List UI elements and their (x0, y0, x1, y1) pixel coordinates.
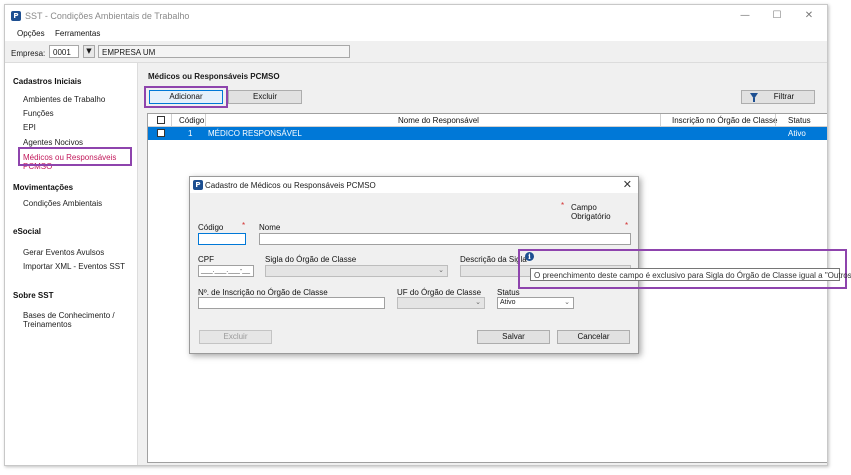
sidebar-item-agentes[interactable]: Agentes Nocivos (23, 138, 83, 147)
sidebar-item-highlight (18, 147, 132, 166)
maximize-button[interactable]: ☐ (763, 8, 791, 24)
chevron-down-icon: ⌄ (564, 298, 570, 306)
sidebar-item-bases[interactable]: Bases de Conhecimento / Treinamentos (23, 311, 123, 329)
codigo-required-mark: * (242, 221, 246, 230)
uf-select[interactable]: ⌄ (397, 297, 485, 309)
cpf-input[interactable]: ___.___.___-__ (198, 265, 254, 277)
page-title: Médicos ou Responsáveis PCMSO (148, 72, 280, 81)
column-header-nome[interactable]: Nome do Responsável (398, 116, 479, 125)
sidebar-item-epi[interactable]: EPI (23, 123, 36, 132)
required-note: Campo Obrigatório (571, 203, 611, 221)
sidebar-section-sobre: Sobre SST (13, 291, 54, 300)
inscricao-label: Nº. de Inscrição no Órgão de Classe (198, 288, 328, 297)
row-checkbox[interactable] (157, 129, 165, 137)
column-divider (171, 114, 172, 127)
sigla-select[interactable]: ⌄ (265, 265, 448, 277)
status-select[interactable]: Ativo ⌄ (497, 297, 574, 309)
nome-label: Nome (259, 223, 281, 232)
select-all-checkbox[interactable] (157, 116, 165, 124)
inscricao-input[interactable] (198, 297, 385, 309)
column-divider (205, 114, 206, 127)
filter-icon-stem (753, 98, 755, 102)
sigla-label: Sigla do Órgão de Classe (265, 255, 357, 264)
dialog-logo-icon: P (193, 180, 203, 190)
empresa-label: Empresa: (11, 49, 46, 58)
uf-label: UF do Órgão de Classe (397, 288, 482, 297)
codigo-label: Código (198, 223, 224, 232)
sidebar-item-ambientes[interactable]: Ambientes de Trabalho (23, 95, 105, 104)
cell-codigo: 1 (188, 129, 193, 138)
menu-bar: Opções Ferramentas (5, 27, 827, 41)
window-title: SST - Condições Ambientais de Trabalho (25, 11, 190, 21)
dialog-delete-button[interactable]: Excluir (199, 330, 272, 344)
sidebar-section-cadastros: Cadastros Iniciais (13, 77, 82, 86)
add-button[interactable]: Adicionar (149, 90, 223, 104)
dialog-close-icon[interactable]: ✕ (623, 178, 632, 191)
column-divider (660, 114, 661, 127)
empresa-dropdown-button[interactable]: ▼ (83, 45, 95, 58)
app-logo-icon: P (11, 11, 21, 21)
sidebar-item-gerar-eventos[interactable]: Gerar Eventos Avulsos (23, 248, 104, 257)
sidebar-section-esocial: eSocial (13, 227, 42, 236)
dialog-title: Cadastro de Médicos ou Responsáveis PCMS… (205, 181, 376, 190)
close-button[interactable]: ✕ (795, 8, 823, 24)
column-divider (775, 114, 776, 127)
nome-input[interactable] (259, 233, 631, 245)
save-button[interactable]: Salvar (477, 330, 550, 344)
codigo-input[interactable] (198, 233, 246, 245)
sidebar-item-importar-xml[interactable]: Importar XML - Eventos SST (23, 262, 125, 271)
chevron-down-icon: ⌄ (438, 266, 444, 274)
table-header: Código Nome do Responsável Inscrição no … (148, 114, 827, 127)
column-header-codigo[interactable]: Código (179, 116, 204, 125)
sidebar: Cadastros Iniciais Ambientes de Trabalho… (5, 63, 138, 465)
filter-button[interactable]: Filtrar (741, 90, 815, 104)
status-label: Status (497, 288, 520, 297)
nome-required-mark: * (625, 221, 629, 230)
column-header-status[interactable]: Status (788, 116, 811, 125)
empresa-bar: Empresa: 0001 ▼ EMPRESA UM (5, 41, 827, 63)
required-mark: * (561, 201, 565, 210)
sidebar-item-funcoes[interactable]: Funções (23, 109, 54, 118)
descricao-label: Descrição da Sigla (460, 255, 527, 264)
status-value: Ativo (500, 299, 516, 306)
cancel-button[interactable]: Cancelar (557, 330, 630, 344)
cell-nome: MÉDICO RESPONSÁVEL (208, 129, 302, 138)
sidebar-section-movimentacoes: Movimentações (13, 183, 74, 192)
menu-opcoes[interactable]: Opções (17, 29, 45, 38)
title-bar: P SST - Condições Ambientais de Trabalho… (5, 5, 827, 27)
cpf-label: CPF (198, 255, 214, 264)
sidebar-item-condicoes[interactable]: Condições Ambientais (23, 199, 102, 208)
empresa-name-field: EMPRESA UM (98, 45, 350, 58)
cell-status: Ativo (788, 129, 806, 138)
delete-button[interactable]: Excluir (228, 90, 302, 104)
descricao-tooltip: O preenchimento deste campo é exclusivo … (530, 268, 851, 281)
menu-ferramentas[interactable]: Ferramentas (55, 29, 100, 38)
empresa-code-input[interactable]: 0001 (49, 45, 79, 58)
filter-button-label: Filtrar (773, 92, 795, 101)
minimize-button[interactable]: — (731, 8, 759, 24)
table-row[interactable]: 1 MÉDICO RESPONSÁVEL Ativo (148, 127, 827, 140)
column-header-inscricao[interactable]: Inscrição no Órgão de Classe (672, 116, 777, 125)
dialog-title-bar: P Cadastro de Médicos ou Responsáveis PC… (190, 177, 638, 193)
chevron-down-icon: ⌄ (475, 298, 481, 306)
